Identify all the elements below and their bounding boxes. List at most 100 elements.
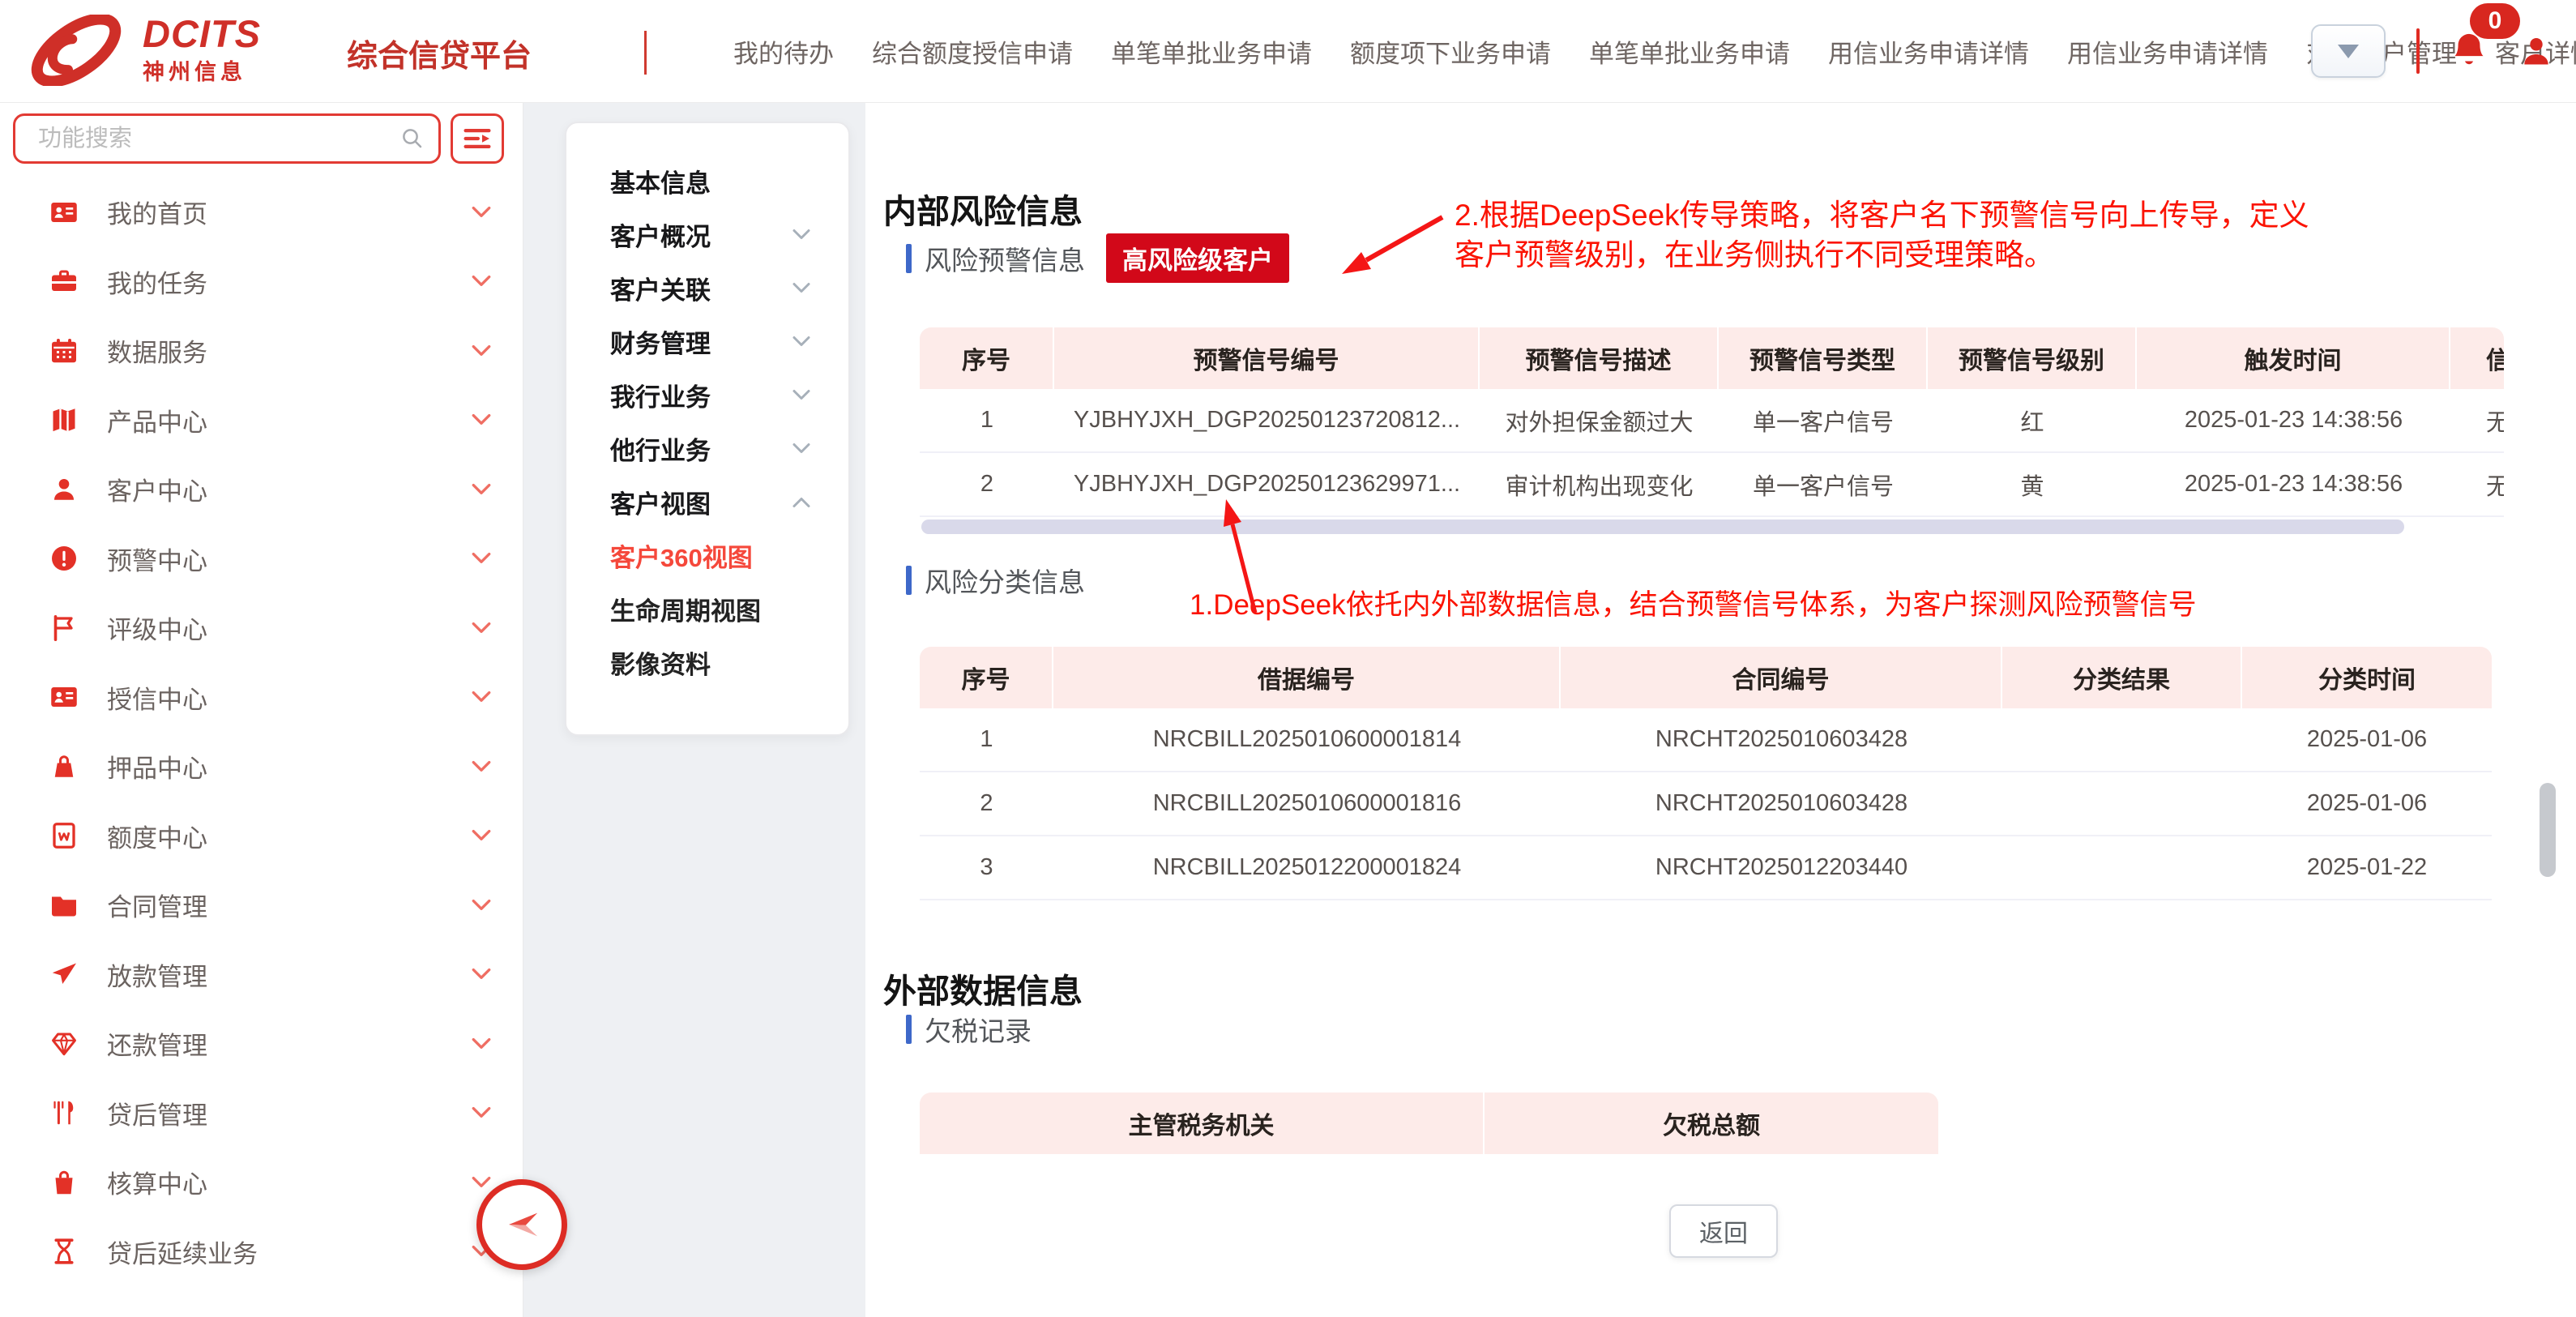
table-cell: NRCBILL2025012200001824 [1053, 836, 1561, 899]
folder-icon [49, 890, 79, 921]
risk-warning-table: 序号预警信号编号预警信号描述预警信号类型预警信号级别触发时间信 1YJBHYJX… [920, 327, 2504, 517]
chevron-down-icon [792, 229, 811, 241]
menu-collapse-button[interactable] [451, 113, 504, 164]
table-header-cell: 合同编号 [1561, 647, 2002, 708]
table-cell: 单一客户信号 [1719, 453, 1928, 515]
sidebar-item-label: 贷后管理 [107, 1095, 207, 1131]
table-cell: 无 [2450, 453, 2504, 515]
table-header-cell: 欠税总额 [1485, 1093, 1938, 1154]
chevron-down-icon [471, 275, 492, 288]
tax-arrears-table: 主管税务机关欠税总额 [920, 1093, 1938, 1154]
topnav-item-loan-detail-1[interactable]: 用信业务申请详情 [1828, 33, 2029, 70]
sidebar-item-doc-w-9[interactable]: 额度中心 [0, 802, 523, 871]
shop-bag-icon [49, 1167, 79, 1198]
dcits-swoosh-icon [23, 15, 130, 86]
sidebar-menu: 我的首页我的任务数据服务产品中心客户中心预警中心评级中心授信中心押品中心额度中心… [0, 177, 523, 1286]
external-data-title: 外部数据信息 [883, 964, 1083, 1012]
sidebar-item-send-11[interactable]: 放款管理 [0, 940, 523, 1010]
sidebar-item-map-3[interactable]: 产品中心 [0, 386, 523, 455]
secondary-panel-strip: 基本信息客户概况客户关联财务管理我行业务他行业务客户视图客户360视图生命周期视… [523, 102, 865, 1317]
chevron-down-icon [471, 691, 492, 703]
sidebar-item-idcard-7[interactable]: 授信中心 [0, 663, 523, 733]
sidebar-item-user-4[interactable]: 客户中心 [0, 455, 523, 524]
hourglass-icon [49, 1236, 79, 1267]
topnav-item-loan-detail-2[interactable]: 用信业务申请详情 [2067, 33, 2268, 70]
risk-classify-section-header: 风险分类信息 [906, 561, 1085, 600]
submenu-child-2[interactable]: 影像资料 [566, 635, 848, 689]
sidebar-item-label: 合同管理 [107, 887, 207, 923]
table-row: 2NRCBILL2025010600001816NRCHT20250106034… [920, 772, 2492, 836]
logo-company-cn: 神州信息 [143, 54, 261, 86]
chevron-down-icon [792, 282, 811, 294]
sidebar-item-shop-bag-14[interactable]: 核算中心 [0, 1148, 523, 1217]
chevron-down-icon [471, 899, 492, 912]
chevron-down-icon [471, 413, 492, 426]
table-header-cell: 信 [2450, 327, 2504, 389]
chevron-down-icon [471, 622, 492, 635]
sidebar-item-calendar-2[interactable]: 数据服务 [0, 316, 523, 386]
chevron-up-icon [792, 496, 811, 508]
submenu-item-2[interactable]: 客户关联 [566, 261, 848, 314]
table-cell: YJBHYJXH_DGP20250123629971... [1054, 453, 1480, 515]
submenu-item-0[interactable]: 基本信息 [566, 154, 848, 207]
submenu-child-0[interactable]: 客户360视图 [566, 528, 848, 582]
sidebar-item-utensils-13[interactable]: 贷后管理 [0, 1079, 523, 1148]
table-header-cell: 预警信号类型 [1719, 327, 1928, 389]
submenu-item-3[interactable]: 财务管理 [566, 314, 848, 368]
sidebar-collapse-toggle[interactable] [476, 1179, 567, 1270]
sidebar-item-briefcase-1[interactable]: 我的任务 [0, 247, 523, 317]
arrow-left-icon [499, 1205, 545, 1244]
submenu-item-1[interactable]: 客户概况 [566, 207, 848, 261]
back-button[interactable]: 返回 [1669, 1204, 1778, 1258]
sidebar-item-label: 额度中心 [107, 818, 207, 854]
table-cell: NRCHT2025010603428 [1561, 772, 2002, 835]
topnav-item-my-todo[interactable]: 我的待办 [733, 33, 834, 70]
submenu-item-5[interactable]: 他行业务 [566, 421, 848, 475]
sidebar-item-gem-12[interactable]: 还款管理 [0, 1009, 523, 1079]
navbar-right-cluster: 0 [2311, 0, 2576, 102]
table-header-row: 序号预警信号编号预警信号描述预警信号类型预警信号级别触发时间信 [920, 327, 2504, 389]
sidebar-item-label: 预警中心 [107, 541, 207, 577]
sidebar-item-idcard-0[interactable]: 我的首页 [0, 177, 523, 247]
topnav-item-single-batch-1[interactable]: 单笔单批业务申请 [1111, 33, 1312, 70]
risk-classify-table: 序号借据编号合同编号分类结果分类时间 1NRCBILL2025010600001… [920, 647, 2492, 900]
logo-company-en: DCITS [143, 15, 261, 53]
table-row: 1YJBHYJXH_DGP20250123720812...对外担保金额过大单一… [920, 389, 2504, 453]
table-body: 1NRCBILL2025010600001814NRCHT20250106034… [920, 708, 2492, 900]
sidebar-item-label: 数据服务 [107, 332, 207, 369]
table-cell: NRCBILL2025010600001814 [1053, 708, 1561, 771]
topnav-item-under-quota[interactable]: 额度项下业务申请 [1350, 33, 1551, 70]
function-search-input[interactable] [13, 113, 441, 164]
table-header-row: 序号借据编号合同编号分类结果分类时间 [920, 647, 2492, 708]
app-window: DCITS 神州信息 综合信贷平台 我的待办 综合额度授信申请 单笔单批业务申请… [0, 0, 2576, 1317]
table-header-row: 主管税务机关欠税总额 [920, 1093, 1938, 1154]
tabs-dropdown-button[interactable] [2311, 24, 2386, 78]
table-header-cell: 预警信号描述 [1480, 327, 1719, 389]
notification-bell-icon[interactable]: 0 [2450, 31, 2488, 71]
table-header-cell: 预警信号级别 [1928, 327, 2137, 389]
submenu-item-6[interactable]: 客户视图 [566, 475, 848, 528]
vertical-scrollbar[interactable] [2540, 783, 2556, 877]
table-cell [2002, 772, 2242, 835]
sidebar-item-hourglass-15[interactable]: 贷后延续业务 [0, 1217, 523, 1287]
flag-icon [49, 613, 79, 644]
submenu-child-1[interactable]: 生命周期视图 [566, 582, 848, 635]
sidebar-item-bag-8[interactable]: 押品中心 [0, 732, 523, 802]
table-cell [2002, 836, 2242, 899]
topnav-item-single-batch-2[interactable]: 单笔单批业务申请 [1589, 33, 1790, 70]
sidebar-item-folder-10[interactable]: 合同管理 [0, 870, 523, 940]
calendar-icon [49, 336, 79, 366]
user-profile-icon[interactable] [2518, 33, 2554, 69]
risk-classify-label: 风险分类信息 [925, 561, 1085, 600]
submenu-item-4[interactable]: 我行业务 [566, 368, 848, 421]
annotation-detection: 1.DeepSeek依托内外部数据信息，结合预警信号体系，为客户探测风险预警信号 [1190, 582, 2197, 623]
topnav-item-credit-apply[interactable]: 综合额度授信申请 [872, 33, 1073, 70]
horizontal-scrollbar[interactable] [921, 520, 2404, 534]
table-cell: 无 [2450, 389, 2504, 451]
chevron-down-icon [2338, 45, 2359, 58]
briefcase-icon [49, 266, 79, 297]
sidebar-item-flag-6[interactable]: 评级中心 [0, 593, 523, 663]
chevron-down-icon [471, 1176, 492, 1189]
sidebar-item-alert-5[interactable]: 预警中心 [0, 524, 523, 594]
chevron-down-icon [792, 443, 811, 455]
